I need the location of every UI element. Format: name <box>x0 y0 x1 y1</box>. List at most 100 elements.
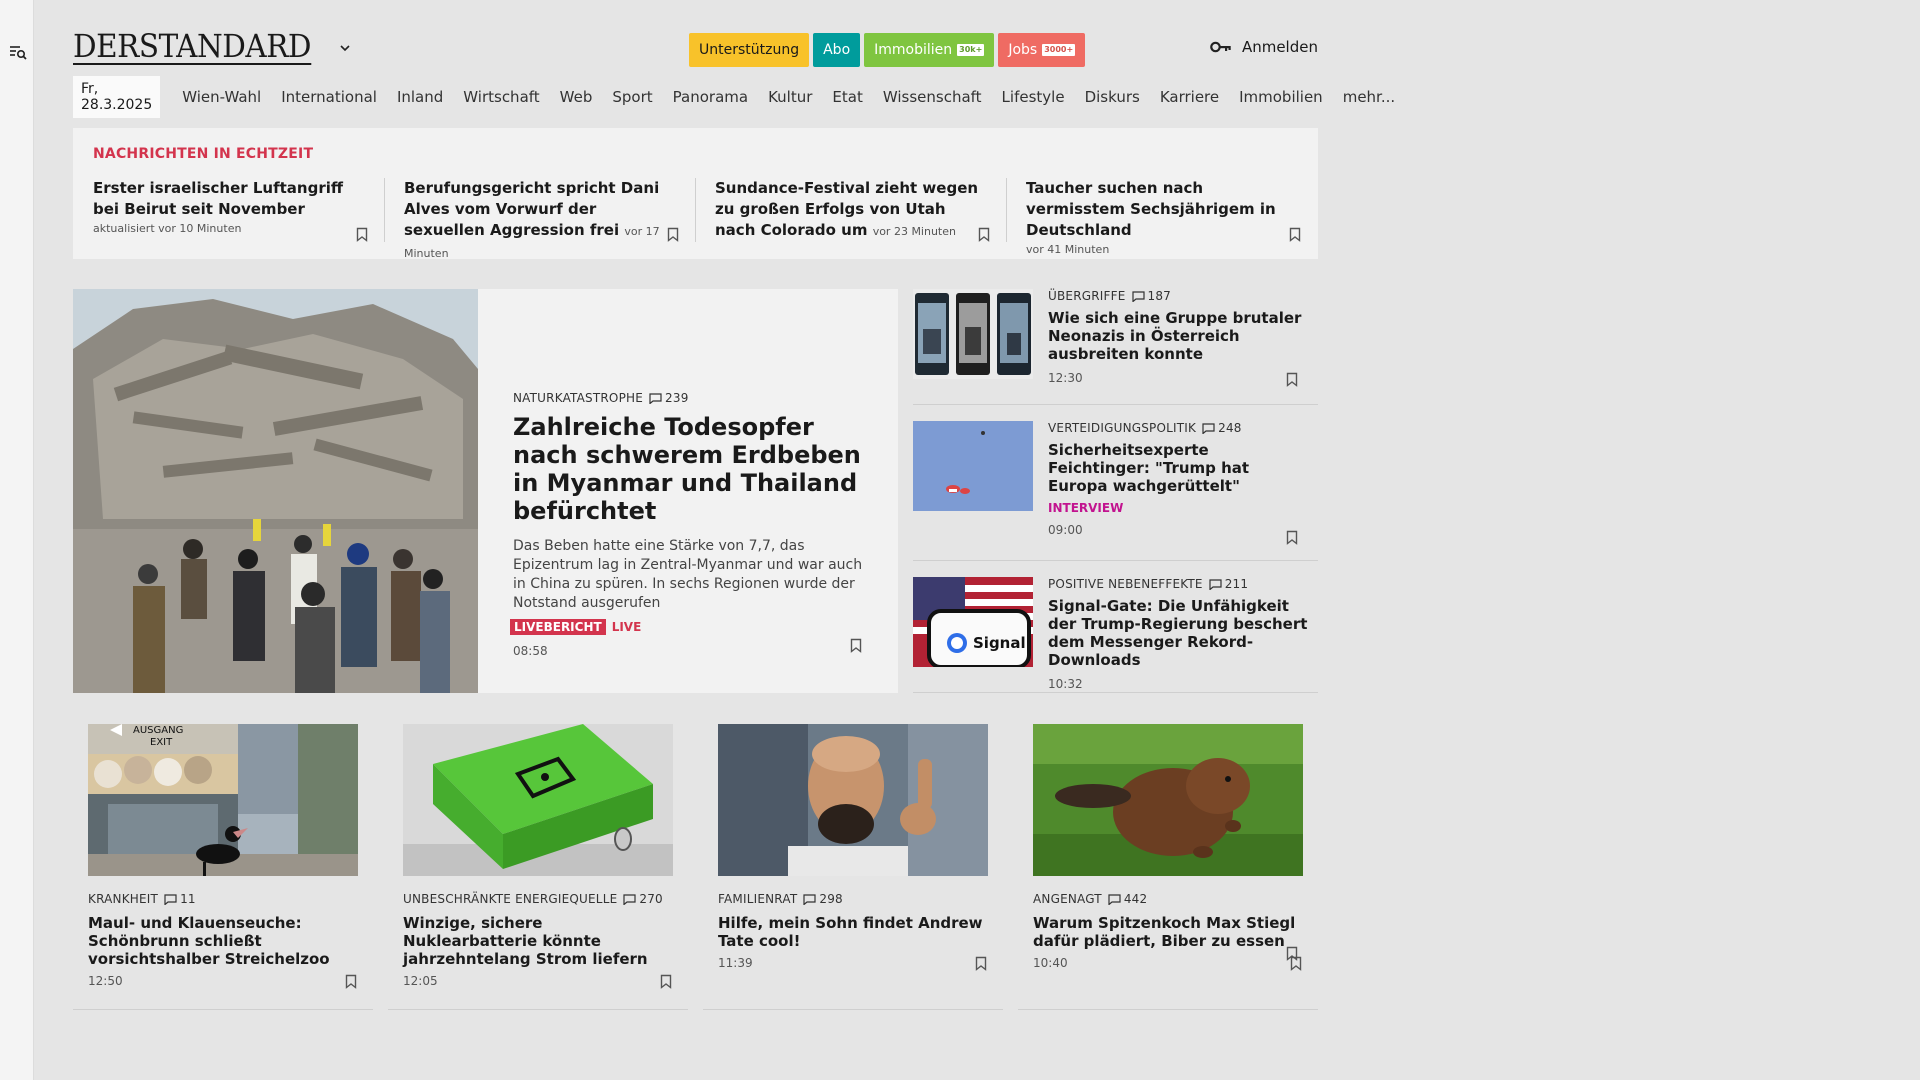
side-story-headline[interactable]: Wie sich eine Gruppe brutaler Neonazis i… <box>1048 309 1313 363</box>
ticker-item[interactable]: Erster israelischer Luftangriff bei Beir… <box>93 178 368 242</box>
live-badge-row: LIVEBERICHT LIVE <box>510 619 873 635</box>
comment-count[interactable]: 239 <box>649 391 689 405</box>
ticker-title: NACHRICHTEN IN ECHTZEIT <box>93 146 314 162</box>
header-pills: Unterstützung Abo Immobilien 30k+ Jobs 300… <box>689 33 1086 67</box>
comment-count[interactable]: 298 <box>803 892 843 906</box>
ticker-item[interactable]: Berufungsgericht spricht Dani Alves vom … <box>404 178 679 260</box>
nav-item-wirtschaft[interactable]: Wirtschaft <box>453 83 549 111</box>
kicker-label: UNBESCHRÄNKTE ENERGIEQUELLE <box>403 892 618 906</box>
nav-item-lifestyle[interactable]: Lifestyle <box>992 83 1075 111</box>
andrew-tate-image[interactable] <box>718 724 988 876</box>
comment-count[interactable]: 11 <box>164 892 196 906</box>
comment-count[interactable]: 187 <box>1131 289 1172 303</box>
lead-story-body: NATURKATASTROPHE 239 Zahlreiche Todesopf… <box>510 391 873 658</box>
story-card-headline[interactable]: Hilfe, mein Sohn findet Andrew Tate cool… <box>718 914 988 950</box>
story-time: 12:50 <box>88 974 123 988</box>
exit-sign-text-en: EXIT <box>150 737 173 748</box>
story-card-body: KRANKHEIT 11 Maul- und Klauenseuche: Sch… <box>88 892 358 988</box>
bookmark-icon[interactable] <box>1290 956 1302 971</box>
zoo-bird-image[interactable]: AUSGANG EXIT <box>88 724 358 876</box>
kicker-label: ANGENAGT <box>1033 892 1102 906</box>
ticker-headline[interactable]: Berufungsgericht spricht Dani Alves vom … <box>404 178 679 264</box>
side-story-body: VERTEIDIGUNGSPOLITIK 248 Sicherheitsexpe… <box>1048 421 1313 537</box>
nav-item-more[interactable]: mehr... <box>1333 83 1405 111</box>
ticker-headline[interactable]: Erster israelischer Luftangriff bei Beir… <box>93 178 368 220</box>
story-card: AUSGANG EXIT KRANKHEIT 11 Maul- und Klau… <box>73 708 373 1010</box>
bookmark-icon[interactable] <box>660 974 672 989</box>
comment-count[interactable]: 270 <box>623 892 663 906</box>
nav-item-wien-wahl[interactable]: Wien-Wahl <box>172 83 271 111</box>
bookmark-icon[interactable] <box>1286 372 1298 387</box>
nav-item-diskurs[interactable]: Diskurs <box>1075 83 1150 111</box>
menu-search-icon[interactable] <box>8 42 28 62</box>
side-story-headline[interactable]: Sicherheitsexperte Feichtinger: "Trump h… <box>1048 441 1313 495</box>
story-card-headline[interactable]: Winzige, sichere Nuklearbatterie könnte … <box>403 914 673 968</box>
login-button[interactable]: Anmelden <box>1210 38 1318 56</box>
ticker-headline[interactable]: Sundance-Festival zieht wegen zu großen … <box>715 178 990 242</box>
nav-item-inland[interactable]: Inland <box>387 83 453 111</box>
nav-item-wissenschaft[interactable]: Wissenschaft <box>873 83 992 111</box>
beaver-image[interactable] <box>1033 724 1303 876</box>
comment-count[interactable]: 442 <box>1108 892 1148 906</box>
real-estate-button[interactable]: Immobilien 30k+ <box>864 33 995 67</box>
comment-count[interactable]: 211 <box>1209 577 1249 591</box>
real-estate-label: Immobilien <box>874 42 953 58</box>
nav-item-kultur[interactable]: Kultur <box>758 83 822 111</box>
ticker-divider <box>1006 178 1007 242</box>
signal-app-image[interactable]: Signal <box>913 577 1033 667</box>
side-story: VERTEIDIGUNGSPOLITIK 248 Sicherheitsexpe… <box>913 421 1318 561</box>
chevron-down-icon[interactable] <box>338 41 352 55</box>
side-story: ÜBERGRIFFE 187 Wie sich eine Gruppe brut… <box>913 289 1318 405</box>
nav-item-web[interactable]: Web <box>550 83 603 111</box>
bookmark-icon[interactable] <box>345 974 357 989</box>
nav-item-sport[interactable]: Sport <box>602 83 662 111</box>
lead-story-headline[interactable]: Zahlreiche Todesopfer nach schwerem Erdb… <box>513 413 873 525</box>
ticker-headline-text: Taucher suchen nach vermisstem Sechsjähr… <box>1026 179 1276 239</box>
story-time: 12:30 <box>1048 371 1083 385</box>
livebericht-badge: LIVEBERICHT <box>510 619 606 635</box>
bookmark-icon[interactable] <box>356 227 368 242</box>
bookmark-icon[interactable] <box>978 227 990 242</box>
phone-screenshots-image[interactable] <box>913 289 1033 379</box>
story-kicker: ÜBERGRIFFE 187 <box>1048 289 1313 303</box>
kicker-label: POSITIVE NEBENEFFEKTE <box>1048 577 1203 591</box>
comment-icon <box>1209 578 1222 590</box>
story-kicker: VERTEIDIGUNGSPOLITIK 248 <box>1048 421 1313 435</box>
bookmark-icon[interactable] <box>850 638 862 653</box>
earthquake-rubble-image[interactable] <box>73 289 478 693</box>
comment-count[interactable]: 248 <box>1202 421 1242 435</box>
left-rail <box>0 0 34 1080</box>
abo-label: Abo <box>823 42 851 58</box>
bookmark-icon[interactable] <box>1289 227 1301 242</box>
story-kicker: FAMILIENRAT 298 <box>718 892 988 906</box>
nav-item-international[interactable]: International <box>271 83 387 111</box>
ticker-headline[interactable]: Taucher suchen nach vermisstem Sechsjähr… <box>1026 178 1301 241</box>
nav-item-etat[interactable]: Etat <box>822 83 872 111</box>
parachute-sky-image[interactable] <box>913 421 1033 511</box>
support-button[interactable]: Unterstützung <box>689 33 810 67</box>
nav-item-immobilien[interactable]: Immobilien <box>1229 83 1333 111</box>
bookmark-icon[interactable] <box>1286 530 1298 545</box>
nav-item-karriere[interactable]: Karriere <box>1150 83 1229 111</box>
story-kicker: UNBESCHRÄNKTE ENERGIEQUELLE 270 <box>403 892 673 906</box>
nuclear-battery-image[interactable] <box>403 724 673 876</box>
logo[interactable]: DERSTANDARD <box>73 30 352 65</box>
abo-button[interactable]: Abo <box>813 33 861 67</box>
comment-icon <box>1131 290 1145 302</box>
side-story-headline[interactable]: Signal-Gate: Die Unfähigkeit der Trump-R… <box>1048 597 1313 669</box>
ticker-item[interactable]: Sundance-Festival zieht wegen zu großen … <box>715 178 990 242</box>
side-story: Signal POSITIVE NEBENEFFEKTE 211 Signal-… <box>913 577 1318 961</box>
story-card-headline[interactable]: Warum Spitzenkoch Max Stiegl dafür plädi… <box>1033 914 1303 950</box>
story-card-body: ANGENAGT 442 Warum Spitzenkoch Max Stieg… <box>1033 892 1303 970</box>
jobs-button[interactable]: Jobs 3000+ <box>998 33 1086 67</box>
bookmark-icon[interactable] <box>667 227 679 242</box>
bookmark-icon[interactable] <box>975 956 987 971</box>
story-card: ANGENAGT 442 Warum Spitzenkoch Max Stieg… <box>1018 708 1318 1010</box>
ticker-item[interactable]: Taucher suchen nach vermisstem Sechsjähr… <box>1026 178 1301 256</box>
comment-count-value: 270 <box>639 892 663 906</box>
nav-item-panorama[interactable]: Panorama <box>663 83 758 111</box>
comment-icon <box>1202 422 1215 434</box>
story-kicker: NATURKATASTROPHE 239 <box>513 391 873 405</box>
story-card-headline[interactable]: Maul- und Klauenseuche: Schönbrunn schli… <box>88 914 358 968</box>
lead-story: NATURKATASTROPHE 239 Zahlreiche Todesopf… <box>73 289 898 693</box>
